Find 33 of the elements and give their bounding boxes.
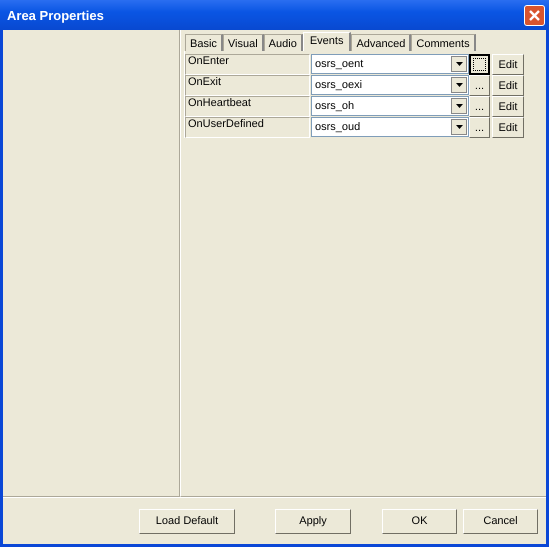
tab[interactable]: Basic: [185, 34, 223, 51]
caret-icon: [456, 62, 462, 66]
event-label: OnUserDefined: [185, 117, 310, 138]
close-icon: [528, 8, 541, 22]
caret-icon: [456, 104, 462, 108]
browse-button[interactable]: ...: [469, 75, 490, 96]
script-dropdown[interactable]: osrs_oud: [311, 117, 469, 137]
tab[interactable]: Events: [302, 32, 352, 51]
script-dropdown[interactable]: osrs_oh: [311, 96, 469, 116]
tab[interactable]: Audio: [264, 34, 303, 51]
tab[interactable]: Advanced: [351, 34, 412, 51]
edit-button[interactable]: Edit: [492, 96, 524, 117]
edit-button[interactable]: Edit: [492, 117, 524, 138]
edit-button[interactable]: Edit: [492, 75, 524, 96]
event-label: OnExit: [185, 75, 310, 96]
caret-icon: [456, 83, 462, 87]
dialog-button[interactable]: Apply: [275, 508, 351, 534]
dialog-button[interactable]: Cancel: [463, 508, 538, 534]
script-dropdown[interactable]: osrs_oexi: [311, 75, 469, 95]
script-dropdown[interactable]: osrs_oent: [311, 54, 469, 74]
event-label: OnHeartbeat: [185, 96, 310, 117]
edit-button[interactable]: Edit: [492, 54, 524, 75]
tab[interactable]: Comments: [411, 34, 476, 51]
close-button[interactable]: [524, 4, 545, 26]
window-title: Area Properties: [7, 8, 104, 22]
dialog-button[interactable]: Load Default: [139, 508, 235, 534]
caret-icon: [456, 125, 462, 129]
event-label: OnEnter: [185, 54, 310, 75]
dialog-button[interactable]: OK: [382, 508, 457, 534]
browse-button[interactable]: ...: [469, 96, 490, 117]
browse-button[interactable]: [469, 54, 490, 75]
tab[interactable]: Visual: [222, 34, 264, 51]
browse-button[interactable]: ...: [469, 117, 490, 138]
